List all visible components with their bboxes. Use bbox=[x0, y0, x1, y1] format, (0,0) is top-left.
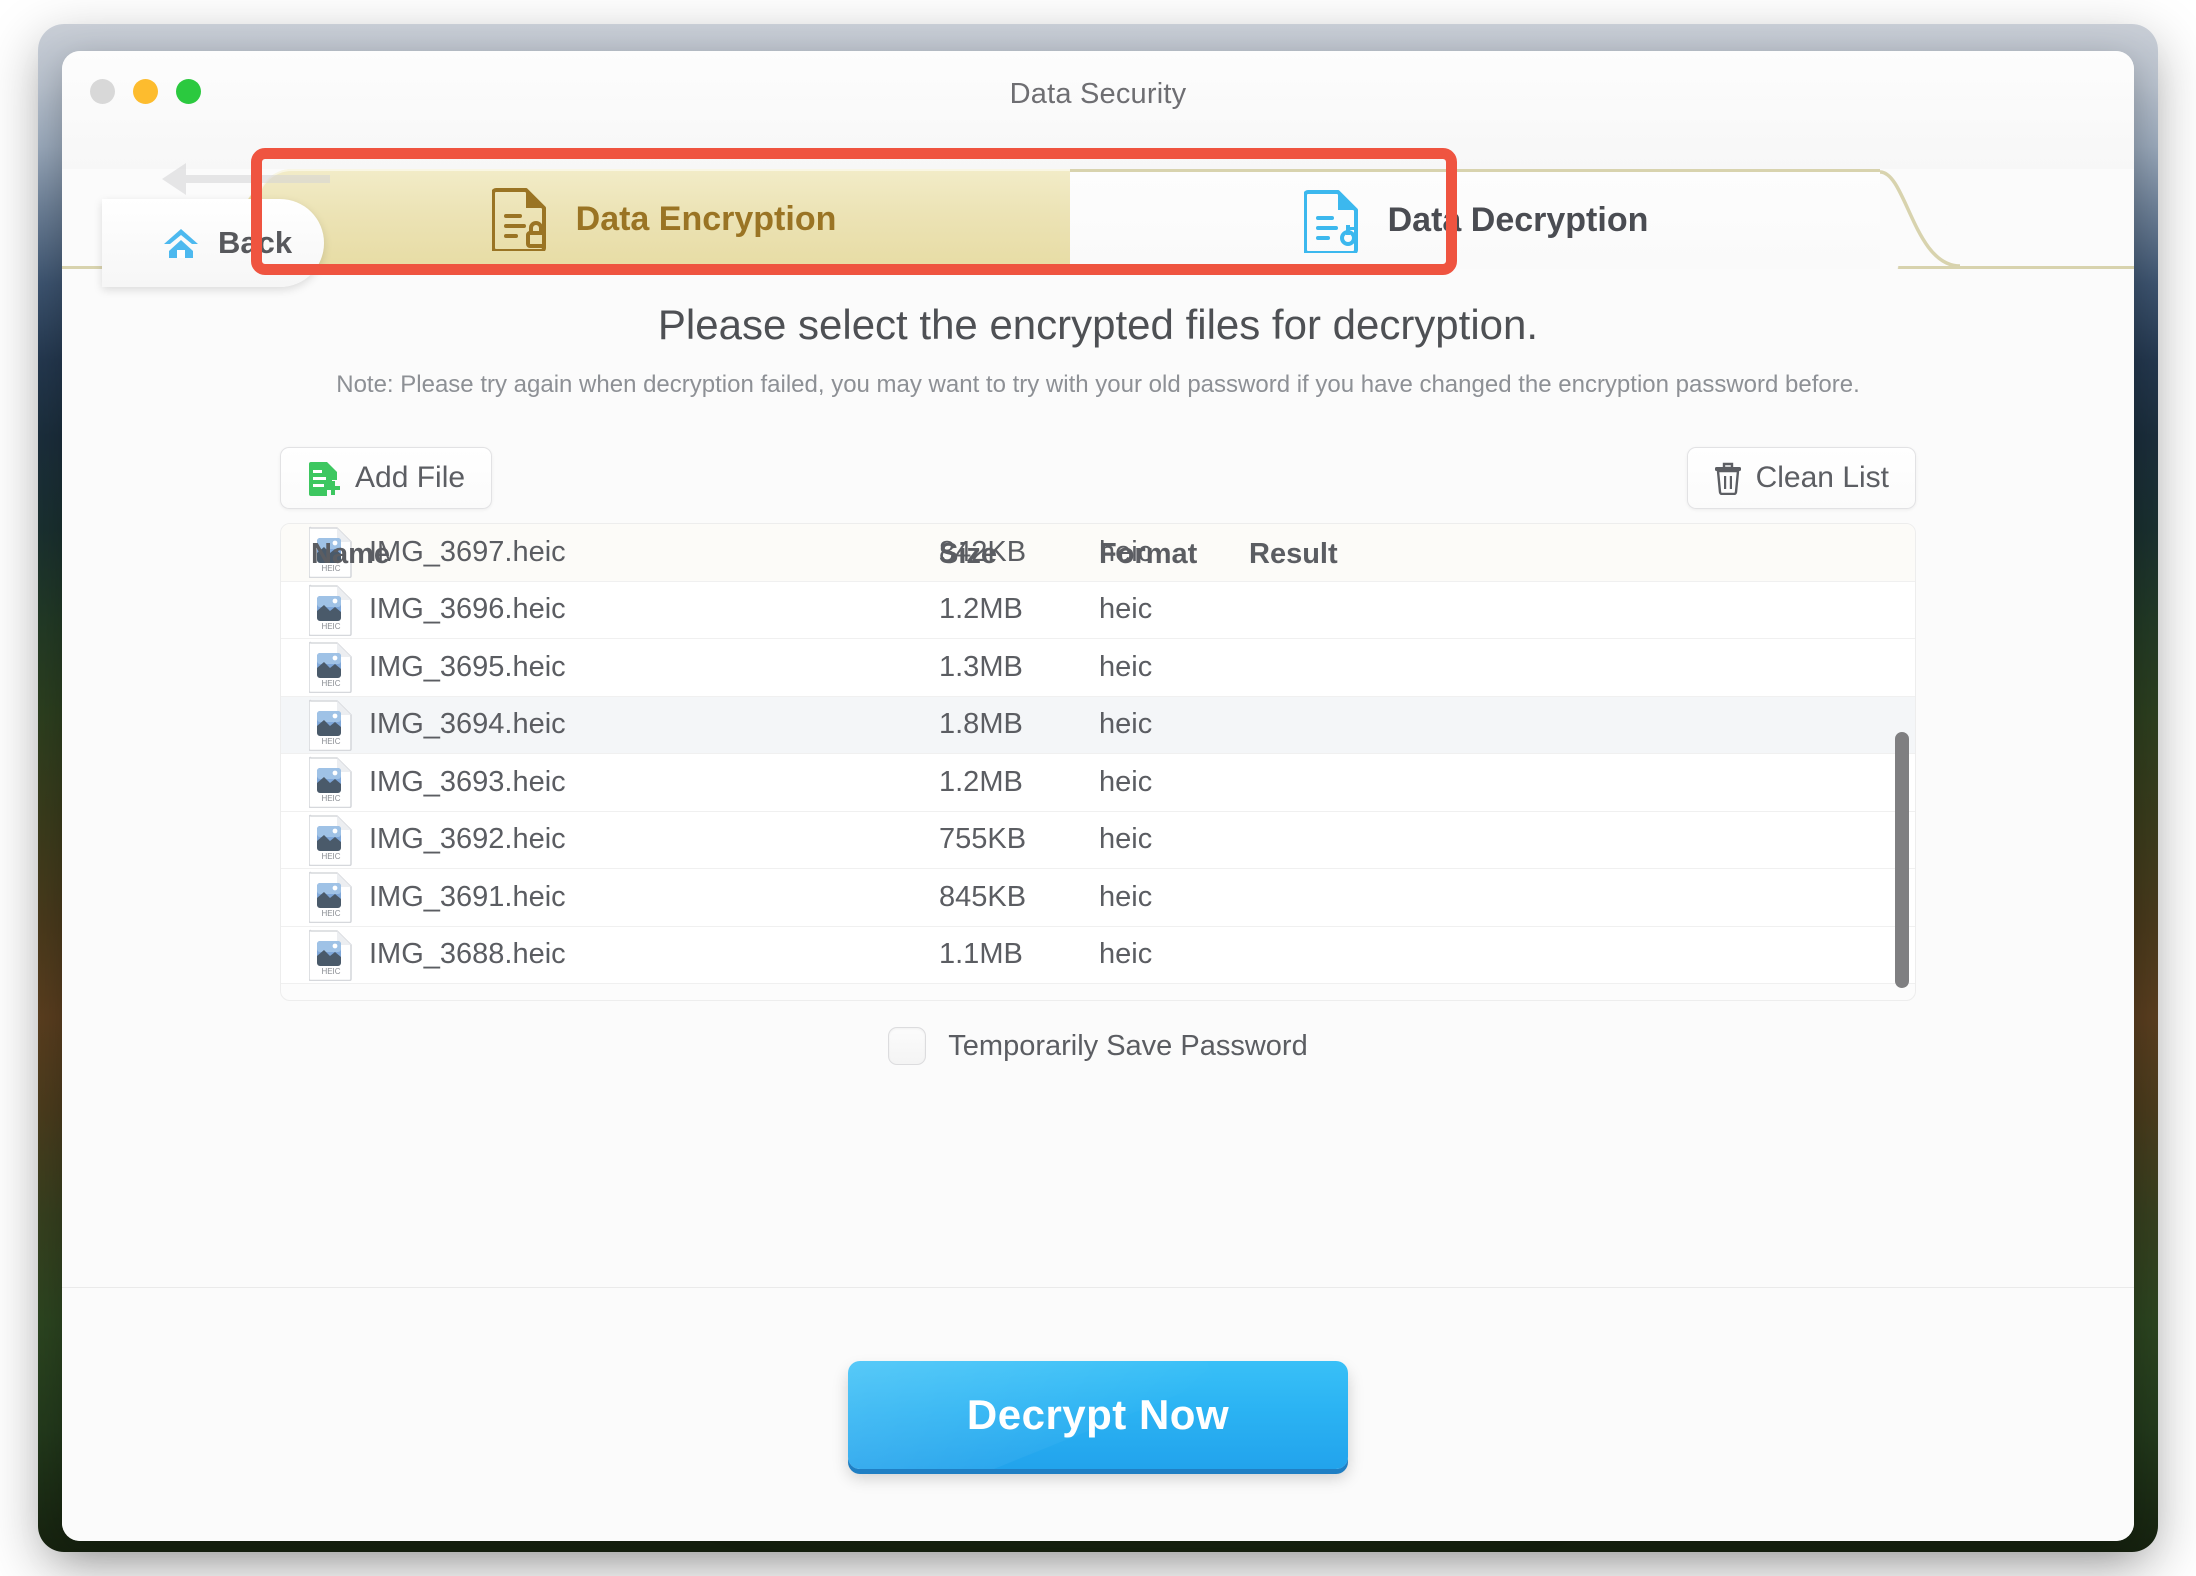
file-format: heic bbox=[1099, 880, 1153, 913]
document-key-icon bbox=[1303, 189, 1358, 253]
tab-label-decryption: Data Decryption bbox=[1387, 201, 1649, 239]
window-title: Data Security bbox=[1009, 78, 1187, 110]
file-name: IMG_3691.heic bbox=[369, 880, 566, 913]
file-format: heic bbox=[1099, 765, 1153, 798]
file-format: heic bbox=[1099, 535, 1153, 568]
table-row[interactable]: HEIC IMG_3691.heic 845KB heic bbox=[281, 869, 1915, 927]
svg-text:HEIC: HEIC bbox=[321, 622, 340, 631]
heic-file-icon: HEIC bbox=[309, 814, 352, 866]
file-name: IMG_3694.heic bbox=[369, 708, 566, 741]
heic-file-icon: HEIC bbox=[309, 526, 352, 579]
home-icon bbox=[164, 229, 198, 258]
file-size: 1.1MB bbox=[939, 938, 1023, 971]
heic-file-icon: HEIC bbox=[309, 641, 352, 694]
file-format: heic bbox=[1099, 650, 1153, 683]
decrypt-now-button[interactable]: Decrypt Now bbox=[848, 1360, 1348, 1469]
clean-list-label: Clean List bbox=[1755, 461, 1889, 494]
heic-file-icon: HEIC bbox=[309, 584, 352, 636]
table-row[interactable]: HEIC IMG_3692.heic 755KB heic bbox=[281, 811, 1915, 869]
file-format: heic bbox=[1099, 938, 1153, 971]
file-name: IMG_3695.heic bbox=[369, 650, 566, 683]
tab-data-decryption[interactable]: Data Decryption bbox=[1070, 169, 1948, 275]
save-password-option[interactable]: Temporarily Save Password bbox=[62, 1027, 2134, 1065]
document-plus-icon bbox=[309, 462, 340, 496]
document-lock-icon bbox=[491, 188, 546, 251]
page-title: Please select the encrypted files for de… bbox=[657, 301, 1539, 348]
file-size: 1.3MB bbox=[939, 650, 1023, 683]
file-size: 1.2MB bbox=[939, 765, 1023, 798]
back-button[interactable]: Back bbox=[102, 163, 330, 287]
add-file-button[interactable]: Add File bbox=[280, 447, 493, 509]
file-size: 845KB bbox=[939, 880, 1027, 913]
file-format: heic bbox=[1099, 593, 1153, 626]
file-format: heic bbox=[1099, 708, 1153, 741]
back-label: Back bbox=[218, 225, 293, 260]
window-footer: Decrypt Now bbox=[62, 1287, 2134, 1541]
table-row[interactable]: HEIC IMG_3693.heic 1.2MB heic bbox=[281, 754, 1915, 812]
save-password-checkbox[interactable] bbox=[888, 1027, 927, 1065]
page-note: Note: Please try again when decryption f… bbox=[336, 371, 1860, 398]
file-list[interactable]: Name Size Format Result HEIC IMG_3697.hei… bbox=[280, 523, 1916, 1001]
file-name: IMG_3693.heic bbox=[369, 765, 566, 798]
file-rows-container: HEIC IMG_3697.heic 842KB heic HEIC IMG_3696.h… bbox=[281, 524, 1915, 984]
table-row[interactable]: HEIC IMG_3696.heic 1.2MB heic bbox=[281, 581, 1915, 639]
tab-strip: Data Encryption Data Decryption bbox=[62, 169, 2134, 275]
heic-file-icon: HEIC bbox=[309, 871, 352, 924]
file-list-scrollbar[interactable] bbox=[1895, 732, 1909, 988]
table-row[interactable]: HEIC IMG_3697.heic 842KB heic bbox=[281, 524, 1915, 582]
heic-file-icon: HEIC bbox=[309, 929, 352, 981]
tab-label-encryption: Data Encryption bbox=[575, 199, 837, 238]
file-size: 1.2MB bbox=[939, 593, 1023, 626]
add-file-label: Add File bbox=[355, 461, 466, 494]
heic-file-icon: HEIC bbox=[309, 699, 352, 751]
file-name: IMG_3692.heic bbox=[369, 823, 566, 856]
tab-data-encryption[interactable]: Data Encryption bbox=[210, 169, 1070, 269]
svg-text:HEIC: HEIC bbox=[321, 909, 340, 918]
trash-icon bbox=[1714, 462, 1741, 495]
filelist-toolbar: Add File Clean List bbox=[280, 447, 1916, 509]
window-titlebar: Data Security bbox=[62, 51, 2134, 169]
decrypt-now-label: Decrypt Now bbox=[966, 1390, 1230, 1438]
file-name: IMG_3688.heic bbox=[369, 938, 566, 971]
svg-text:HEIC: HEIC bbox=[321, 967, 340, 976]
back-arrow-icon bbox=[162, 163, 330, 195]
svg-text:HEIC: HEIC bbox=[321, 564, 340, 573]
svg-text:HEIC: HEIC bbox=[321, 794, 340, 803]
table-row[interactable]: HEIC IMG_3694.heic 1.8MB heic bbox=[281, 696, 1915, 754]
svg-text:HEIC: HEIC bbox=[321, 852, 340, 861]
table-row[interactable]: HEIC IMG_3688.heic 1.1MB heic bbox=[281, 926, 1915, 984]
file-name: IMG_3696.heic bbox=[369, 593, 566, 626]
heic-file-icon: HEIC bbox=[309, 756, 352, 809]
svg-text:HEIC: HEIC bbox=[321, 679, 340, 688]
clean-list-button[interactable]: Clean List bbox=[1686, 447, 1916, 509]
svg-text:HEIC: HEIC bbox=[321, 737, 340, 746]
table-row[interactable]: HEIC IMG_3695.heic 1.3MB heic bbox=[281, 639, 1915, 697]
file-name: IMG_3697.heic bbox=[369, 535, 566, 568]
file-size: 755KB bbox=[939, 823, 1027, 856]
app-window: Data Security Data Encryption Data Decry… bbox=[62, 51, 2134, 1541]
file-size: 1.8MB bbox=[939, 708, 1023, 741]
file-format: heic bbox=[1099, 823, 1153, 856]
save-password-label: Temporarily Save Password bbox=[948, 1029, 1308, 1062]
file-size: 842KB bbox=[939, 535, 1027, 568]
